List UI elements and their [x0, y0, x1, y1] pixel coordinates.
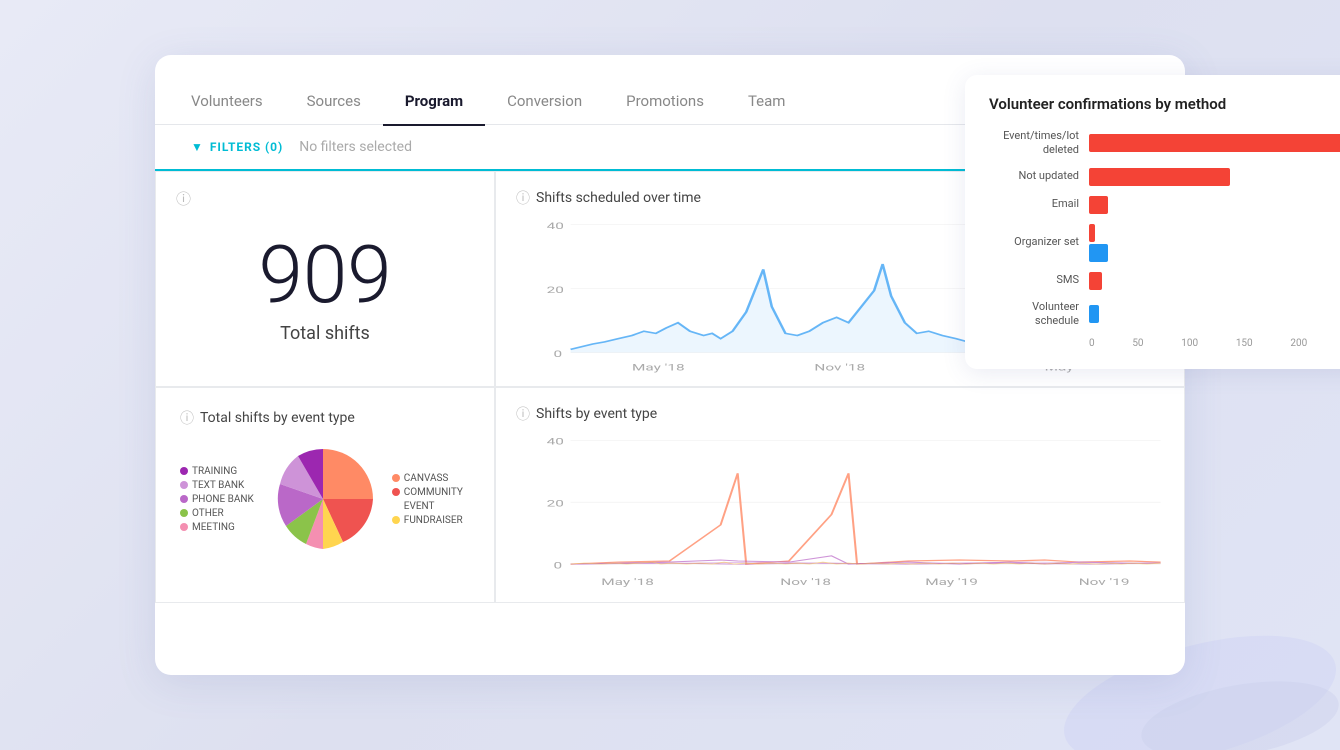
legend-textbank: TEXT BANK — [180, 480, 254, 491]
bar-label-organizer: Organizer set — [989, 235, 1079, 249]
legend-meeting: MEETING — [180, 522, 254, 533]
bar-track-organizer — [1089, 224, 1340, 262]
bar-label-not-updated: Not updated — [989, 169, 1079, 183]
svg-text:0: 0 — [554, 560, 563, 571]
svg-text:Nov '19: Nov '19 — [1079, 577, 1130, 588]
pie-legend-left: TRAINING TEXT BANK PHONE BANK OTHER — [180, 466, 254, 533]
tab-team[interactable]: Team — [726, 92, 808, 126]
bar-fill-event-deleted-red — [1089, 134, 1340, 152]
volunteer-confirmations-card: Volunteer confirmations by method Event/… — [965, 75, 1340, 369]
bar-fill-email-red — [1089, 196, 1108, 214]
legend-fundraiser: FUNDRAISER — [392, 515, 463, 526]
svg-text:20: 20 — [547, 498, 564, 509]
pie-legend-right: CANVASS COMMUNITY EVENT FUNDRAISER — [392, 473, 463, 526]
bar-fill-organizer-red — [1089, 224, 1095, 242]
tab-promotions[interactable]: Promotions — [604, 92, 726, 126]
legend-community: COMMUNITY — [392, 487, 463, 498]
bar-row-volunteer-schedule: Volunteerschedule — [989, 300, 1340, 329]
bar-row-email: Email — [989, 196, 1340, 214]
bar-label-email: Email — [989, 197, 1079, 211]
legend-dot-community — [392, 488, 400, 496]
total-shifts-by-event-cell: ⓘ Total shifts by event type TRAINING TE… — [155, 387, 495, 603]
total-shifts-cell: ⓘ 909 Total shifts — [155, 171, 495, 387]
legend-canvass: CANVASS — [392, 473, 463, 484]
pie-area: TRAINING TEXT BANK PHONE BANK OTHER — [180, 444, 470, 554]
bar-fill-not-updated-red — [1089, 168, 1230, 186]
info-icon-total: ⓘ — [176, 188, 191, 209]
svg-text:0: 0 — [554, 349, 563, 360]
bar-label-sms: SMS — [989, 273, 1079, 287]
filters-button[interactable]: ▼ FILTERS (0) — [191, 140, 283, 154]
info-icon-shifts-time: ⓘ — [516, 188, 530, 208]
tab-conversion[interactable]: Conversion — [485, 92, 604, 126]
total-shifts-by-event-title: ⓘ Total shifts by event type — [180, 408, 470, 428]
pie-chart-svg — [268, 444, 378, 554]
legend-event-label: EVENT — [392, 501, 463, 512]
bar-fill-volunteer-schedule-blue — [1089, 305, 1099, 323]
bar-label-volunteer-schedule: Volunteerschedule — [989, 300, 1079, 329]
svg-text:Nov '18: Nov '18 — [780, 577, 831, 588]
tab-volunteers[interactable]: Volunteers — [191, 92, 285, 126]
bar-row-organizer: Organizer set — [989, 224, 1340, 262]
bar-fill-sms-red — [1089, 272, 1102, 290]
legend-phonebank: PHONE BANK — [180, 494, 254, 505]
info-icon-pie: ⓘ — [180, 408, 194, 428]
bar-row-not-updated: Not updated — [989, 168, 1340, 186]
shifts-by-event-chart: 40 20 0 — [516, 432, 1164, 592]
bar-label-event-deleted: Event/times/lotdeleted — [989, 129, 1079, 158]
bar-track-volunteer-schedule — [1089, 305, 1340, 323]
legend-other: OTHER — [180, 508, 254, 519]
legend-dot-other — [180, 509, 188, 517]
legend-training: TRAINING — [180, 466, 254, 477]
tab-sources[interactable]: Sources — [285, 92, 383, 126]
total-shifts-number: 909 — [258, 235, 391, 315]
legend-dot-fundraiser — [392, 516, 400, 524]
svg-text:40: 40 — [547, 221, 564, 232]
svg-text:20: 20 — [547, 285, 564, 296]
shifts-by-event-title: ⓘ Shifts by event type — [516, 404, 1164, 424]
legend-dot-canvass — [392, 474, 400, 482]
no-filters-text: No filters selected — [299, 139, 412, 155]
bar-row-event-deleted: Event/times/lotdeleted — [989, 129, 1340, 158]
total-shifts-label: Total shifts — [280, 323, 370, 344]
tab-program[interactable]: Program — [383, 92, 485, 126]
svg-text:40: 40 — [547, 436, 564, 447]
bar-track-sms — [1089, 272, 1340, 290]
info-icon-event: ⓘ — [516, 404, 530, 424]
legend-dot-meeting — [180, 523, 188, 531]
svg-text:Nov '18: Nov '18 — [814, 362, 865, 373]
dashboard-wrapper: Volunteers Sources Program Conversion Pr… — [155, 75, 1185, 675]
bar-row-sms: SMS — [989, 272, 1340, 290]
bar-track-email — [1089, 196, 1340, 214]
bar-fill-organizer-blue — [1089, 244, 1108, 262]
legend-dot-training — [180, 467, 188, 475]
legend-dot-textbank — [180, 481, 188, 489]
bar-track-not-updated — [1089, 168, 1340, 186]
bar-chart-title: Volunteer confirmations by method — [989, 95, 1340, 113]
svg-text:May '18: May '18 — [632, 362, 685, 373]
svg-text:May '18: May '18 — [601, 577, 654, 588]
svg-text:May '19: May '19 — [925, 577, 978, 588]
filter-icon: ▼ — [191, 140, 204, 154]
bar-axis: 0 50 100 150 200 250 300 350 — [989, 338, 1340, 349]
bar-track-event-deleted — [1089, 134, 1340, 152]
shifts-by-event-cell: ⓘ Shifts by event type 40 20 0 — [495, 387, 1185, 603]
filters-label: FILTERS (0) — [210, 140, 283, 154]
legend-dot-phonebank — [180, 495, 188, 503]
